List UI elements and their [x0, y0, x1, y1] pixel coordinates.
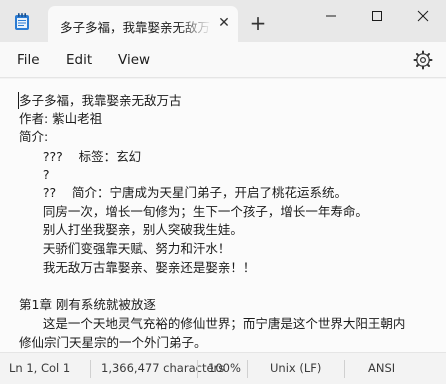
maximize-icon: [372, 11, 382, 21]
line-ending: Unix (LF): [270, 361, 322, 375]
menu-view[interactable]: View: [118, 50, 150, 70]
cursor-position: Ln 1, Col 1: [9, 361, 71, 375]
menu-file[interactable]: File: [17, 50, 40, 70]
menu-bar: File Edit View: [0, 42, 446, 78]
status-divider: [344, 360, 345, 378]
tab-close-icon[interactable]: ✕: [214, 13, 234, 33]
title-bar: 多子多福，我靠娶亲无敌万古 ✕ +: [0, 0, 446, 42]
text-line: 作者: 紫山老祖: [19, 111, 103, 126]
text-line: 别人打坐我娶亲，别人突破我生娃。: [19, 222, 243, 237]
maximize-button[interactable]: [354, 0, 400, 32]
gear-icon[interactable]: [413, 50, 433, 70]
status-bar: Ln 1, Col 1 1,366,477 characters 100% Un…: [0, 352, 446, 384]
minimize-icon: [326, 15, 336, 17]
text-line: ??? 标签：玄幻: [19, 149, 142, 164]
new-tab-button[interactable]: +: [246, 12, 270, 36]
text-line: 这是一个天地灵气充裕的修仙世界；而宁唐是这个世界大阳王朝内: [19, 316, 406, 331]
tab-title-fade: [178, 14, 212, 36]
text-line: 简介:: [19, 129, 49, 144]
notepad-icon: [15, 13, 29, 30]
status-divider: [197, 360, 198, 378]
text-line: 同房一次，增长一旬修为；生下一个孩子，增长一年寿命。: [19, 204, 368, 219]
text-line: 多子多福，我靠娶亲无敌万古: [19, 93, 182, 108]
encoding: ANSI: [368, 361, 396, 375]
text-line: ?? 简介：宁唐成为天星门弟子，开启了桃花运系统。: [19, 185, 348, 200]
text-line: 修仙宗门天星宗的一个外门弟子。: [19, 335, 207, 350]
status-divider: [247, 360, 248, 378]
close-window-button[interactable]: [400, 0, 446, 32]
text-line: 第1章 刚有系统就被放逐: [19, 297, 156, 312]
character-count: 1,366,477 characters: [101, 361, 225, 375]
close-icon: [417, 10, 429, 22]
text-editor[interactable]: 多子多福，我靠娶亲无敌万古 作者: 紫山老祖 简介: ??? 标签：玄幻 ? ?…: [0, 79, 446, 352]
text-line: 天骄们变强靠天赋、努力和汗水！: [19, 241, 231, 256]
text-line: ?: [19, 167, 50, 182]
zoom-level: 100%: [208, 361, 241, 375]
status-divider: [90, 360, 91, 378]
menu-edit[interactable]: Edit: [66, 50, 92, 70]
text-line: 我无敌万古靠娶亲、娶亲还是娶亲！！: [19, 260, 256, 275]
minimize-button[interactable]: [308, 0, 354, 32]
document-tab[interactable]: 多子多福，我靠娶亲无敌万古 ✕: [48, 6, 238, 42]
